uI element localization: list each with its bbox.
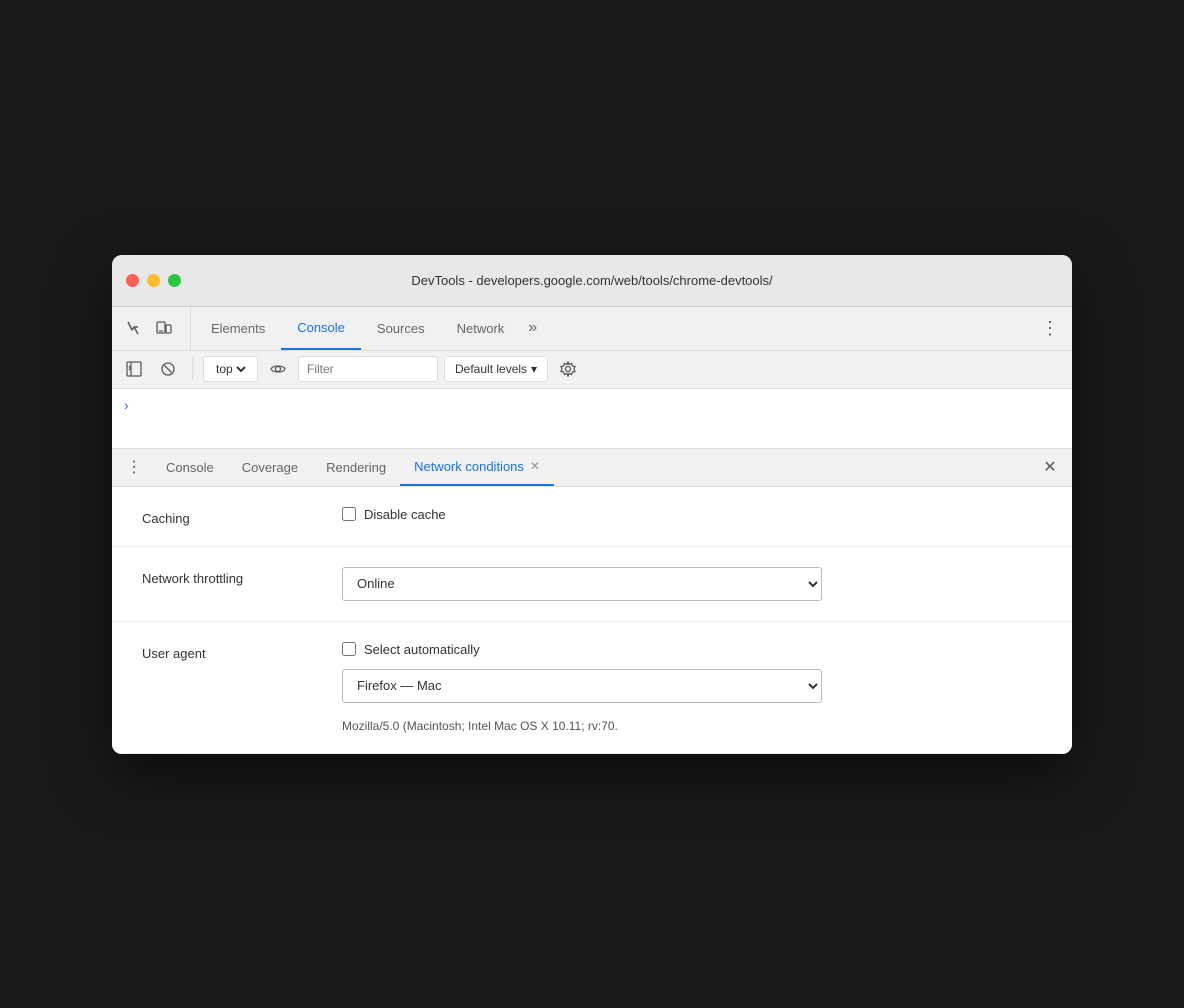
main-tab-bar: Elements Console Sources Network » [195,307,616,350]
select-automatically-row: Select automatically [342,642,1042,657]
ua-string-display: Mozilla/5.0 (Macintosh; Intel Mac OS X 1… [342,719,1042,733]
prompt-chevron[interactable]: › [124,397,129,413]
more-tabs-button[interactable]: » [520,307,545,350]
select-automatically-label: Select automatically [364,642,480,657]
tab-network[interactable]: Network [441,307,521,350]
bottom-panel: ⋮ Console Coverage Rendering Network con… [112,449,1072,754]
tab-close-icon[interactable]: ✕ [530,459,540,473]
user-agent-label: User agent [142,642,302,661]
disable-cache-label: Disable cache [364,507,446,522]
throttling-select[interactable]: Online Fast 3G Slow 3G Offline No thrott… [342,567,822,601]
device-icon[interactable] [150,314,178,342]
main-toolbar: Elements Console Sources Network » ⋮ [112,307,1072,351]
caching-label: Caching [142,507,302,526]
log-levels-button[interactable]: Default levels ▾ [444,356,548,382]
caching-control: Disable cache [342,507,1042,522]
toolbar-icons [120,307,191,350]
eye-icon[interactable] [264,355,292,383]
filter-input[interactable] [298,356,438,382]
tab-panel-network-conditions[interactable]: Network conditions ✕ [400,449,554,486]
window-title: DevTools - developers.google.com/web/too… [411,273,772,288]
console-area: › [112,389,1072,449]
more-options-button[interactable]: ⋮ [1036,314,1064,342]
tab-panel-rendering[interactable]: Rendering [312,449,400,486]
tab-sources[interactable]: Sources [361,307,441,350]
throttling-section: Network throttling Online Fast 3G Slow 3… [112,547,1072,622]
maximize-button[interactable] [168,274,181,287]
clear-console-icon[interactable] [154,355,182,383]
tab-elements[interactable]: Elements [195,307,281,350]
traffic-lights [126,274,181,287]
title-bar: DevTools - developers.google.com/web/too… [112,255,1072,307]
close-button[interactable] [126,274,139,287]
user-agent-select[interactable]: Firefox — Mac Chrome — Mac Safari — Mac … [342,669,822,703]
disable-cache-checkbox[interactable] [342,507,356,521]
console-toolbar: top Default levels ▾ [112,351,1072,389]
disable-cache-row: Disable cache [342,507,1042,522]
network-conditions-content: Caching Disable cache Network throttling… [112,487,1072,754]
tab-panel-console[interactable]: Console [152,449,228,486]
caching-section: Caching Disable cache [112,487,1072,547]
context-selector[interactable]: top [203,356,258,382]
minimize-button[interactable] [147,274,160,287]
tab-console[interactable]: Console [281,307,361,350]
panel-tab-bar: ⋮ Console Coverage Rendering Network con… [112,449,1072,487]
user-agent-section: User agent Select automatically Firefox … [112,622,1072,754]
throttling-label: Network throttling [142,567,302,586]
select-automatically-checkbox[interactable] [342,642,356,656]
settings-icon[interactable] [554,355,582,383]
throttling-control: Online Fast 3G Slow 3G Offline No thrott… [342,567,1042,601]
inspect-icon[interactable] [120,314,148,342]
context-select-input[interactable]: top [212,361,249,377]
tab-panel-coverage[interactable]: Coverage [228,449,312,486]
user-agent-control: Select automatically Firefox — Mac Chrom… [342,642,1042,733]
toolbar-divider [192,358,193,380]
panel-close-button[interactable]: ✕ [1036,453,1064,481]
devtools-window: DevTools - developers.google.com/web/too… [112,255,1072,754]
panel-more-icon[interactable]: ⋮ [120,453,148,481]
sidebar-toggle-icon[interactable] [120,355,148,383]
